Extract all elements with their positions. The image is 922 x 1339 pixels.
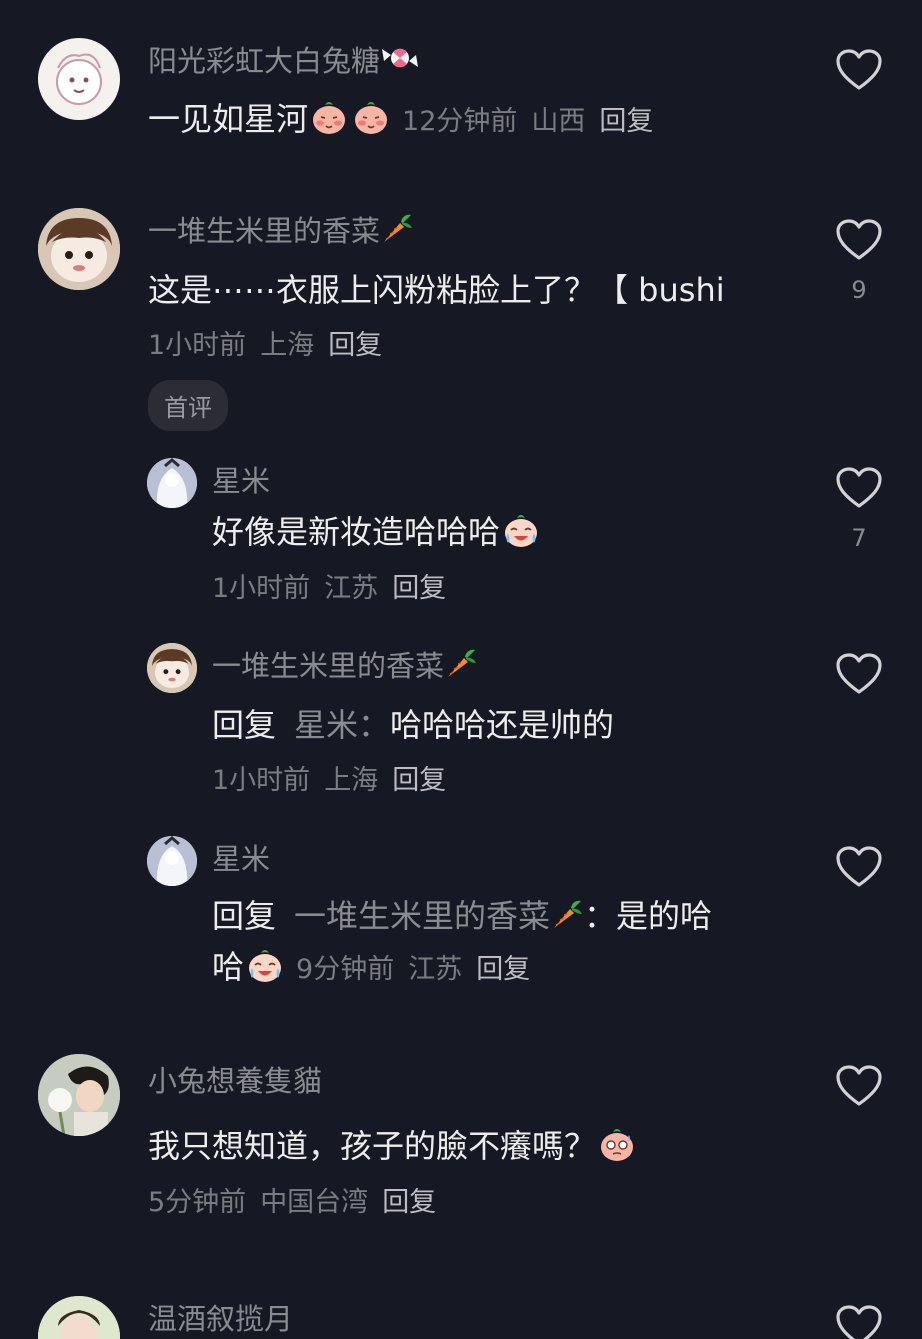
reply-time: 1小时前 [212,765,311,796]
like-heart-icon[interactable] [835,845,883,889]
avatar-image [38,1054,120,1136]
carrot-icon [380,211,414,245]
comment-meta: 1小时前 上海 回复 [148,323,396,362]
comment-location: 山西 [531,106,586,137]
shy-face-emoji [352,98,390,136]
carrot-icon [550,897,584,931]
laugh-cry-emoji [502,511,540,549]
reply-button[interactable]: 回复 [599,106,653,137]
reply-time: 1小时前 [212,573,311,604]
reply-author[interactable]: 星米 [212,458,270,500]
like-heart-icon[interactable] [835,218,883,262]
like-heart-icon[interactable] [835,1064,883,1108]
comment-text: 一见如星河 12分钟前 山西 回复 [148,94,667,140]
reply-button[interactable]: 回复 [392,573,446,604]
avatar[interactable] [38,1296,120,1339]
avatar-image [38,1296,120,1339]
nervous-face-emoji [598,1125,636,1163]
avatar[interactable] [38,208,120,290]
reply-location: 上海 [324,765,379,796]
reply-text: 回复 一堆生米里的香菜 ：是的哈 [212,891,712,937]
reply-target[interactable]: 星米： [294,706,390,744]
comment-body: 我只想知道，孩子的臉不癢嗎？ [148,1127,597,1165]
reply-time: 9分钟前 [296,954,395,985]
candy-icon [380,41,420,75]
reply-body: 好像是新妆造哈哈哈 [212,513,501,551]
avatar[interactable] [147,643,197,693]
comment-text: 我只想知道，孩子的臉不癢嗎？ [148,1121,638,1167]
laugh-cry-emoji [246,946,284,984]
reply-target[interactable]: 一堆生米里的香菜 [294,897,550,935]
author-name[interactable]: 一堆生米里的香菜 [148,214,380,248]
avatar-image [147,458,197,508]
reply-body: ：是的哈 [584,897,713,935]
reply-author[interactable]: 星米 [212,836,270,878]
avatar[interactable] [147,458,197,508]
like-heart-icon[interactable] [835,1304,883,1339]
reply-body: 哈哈哈还是帅的 [390,706,615,744]
reply-button[interactable]: 回复 [328,330,382,361]
reply-button[interactable]: 回复 [382,1187,436,1218]
comment-author[interactable]: 一堆生米里的香菜 [148,208,414,250]
reply-text: 好像是新妆造哈哈哈 [212,507,542,553]
avatar[interactable] [38,38,120,120]
avatar-image [56,53,102,105]
comment-author[interactable]: 温酒叙揽月 [148,1296,293,1338]
reply-prefix: 回复 [212,897,277,935]
comment-location: 上海 [260,330,315,361]
author-name[interactable]: 一堆生米里的香菜 [212,649,444,683]
reply-location: 江苏 [408,954,463,985]
comment-meta: 5分钟前 中国台湾 回复 [148,1180,450,1219]
reply-button[interactable]: 回复 [392,765,446,796]
reply-location: 江苏 [324,573,379,604]
avatar[interactable] [38,1054,120,1136]
reply-button[interactable]: 回复 [476,954,530,985]
reply-body: 哈 [212,948,245,986]
comment-location: 中国台湾 [260,1187,369,1218]
reply-text: 回复 星米：哈哈哈还是帅的 [212,700,614,746]
comment-time: 12分钟前 [402,106,518,137]
comment-author[interactable]: 小兔想養隻貓 [148,1058,322,1100]
comment-time: 1小时前 [148,330,247,361]
comment-text: 这是⋯⋯衣服上闪粉粘脸上了？【 bushi [148,265,725,311]
like-count: 7 [851,524,867,552]
reply-author[interactable]: 一堆生米里的香菜 [212,643,478,685]
carrot-icon [444,646,478,680]
avatar-image [147,836,197,886]
like-heart-icon[interactable] [835,466,883,510]
like-heart-icon[interactable] [835,652,883,696]
comment-author[interactable]: 阳光彩虹大白兔糖 [148,38,420,80]
avatar[interactable] [147,836,197,886]
reply-meta: 1小时前 上海 回复 [212,758,460,797]
comment-body: 一见如星河 [148,100,309,138]
reply-prefix: 回复 [212,706,277,744]
avatar-image [38,208,120,290]
like-heart-icon[interactable] [835,48,883,92]
like-count: 9 [851,276,867,304]
avatar-image [147,643,197,693]
reply-meta: 1小时前 江苏 回复 [212,566,460,605]
first-comment-badge: 首评 [148,380,228,431]
author-name[interactable]: 阳光彩虹大白兔糖 [148,44,380,78]
reply-text-line2: 哈 9分钟前 江苏 回复 [212,942,544,988]
comment-body: 这是⋯⋯衣服上闪粉粘脸上了？【 bushi [148,271,725,309]
shy-face-emoji [310,98,348,136]
comment-time: 5分钟前 [148,1187,247,1218]
